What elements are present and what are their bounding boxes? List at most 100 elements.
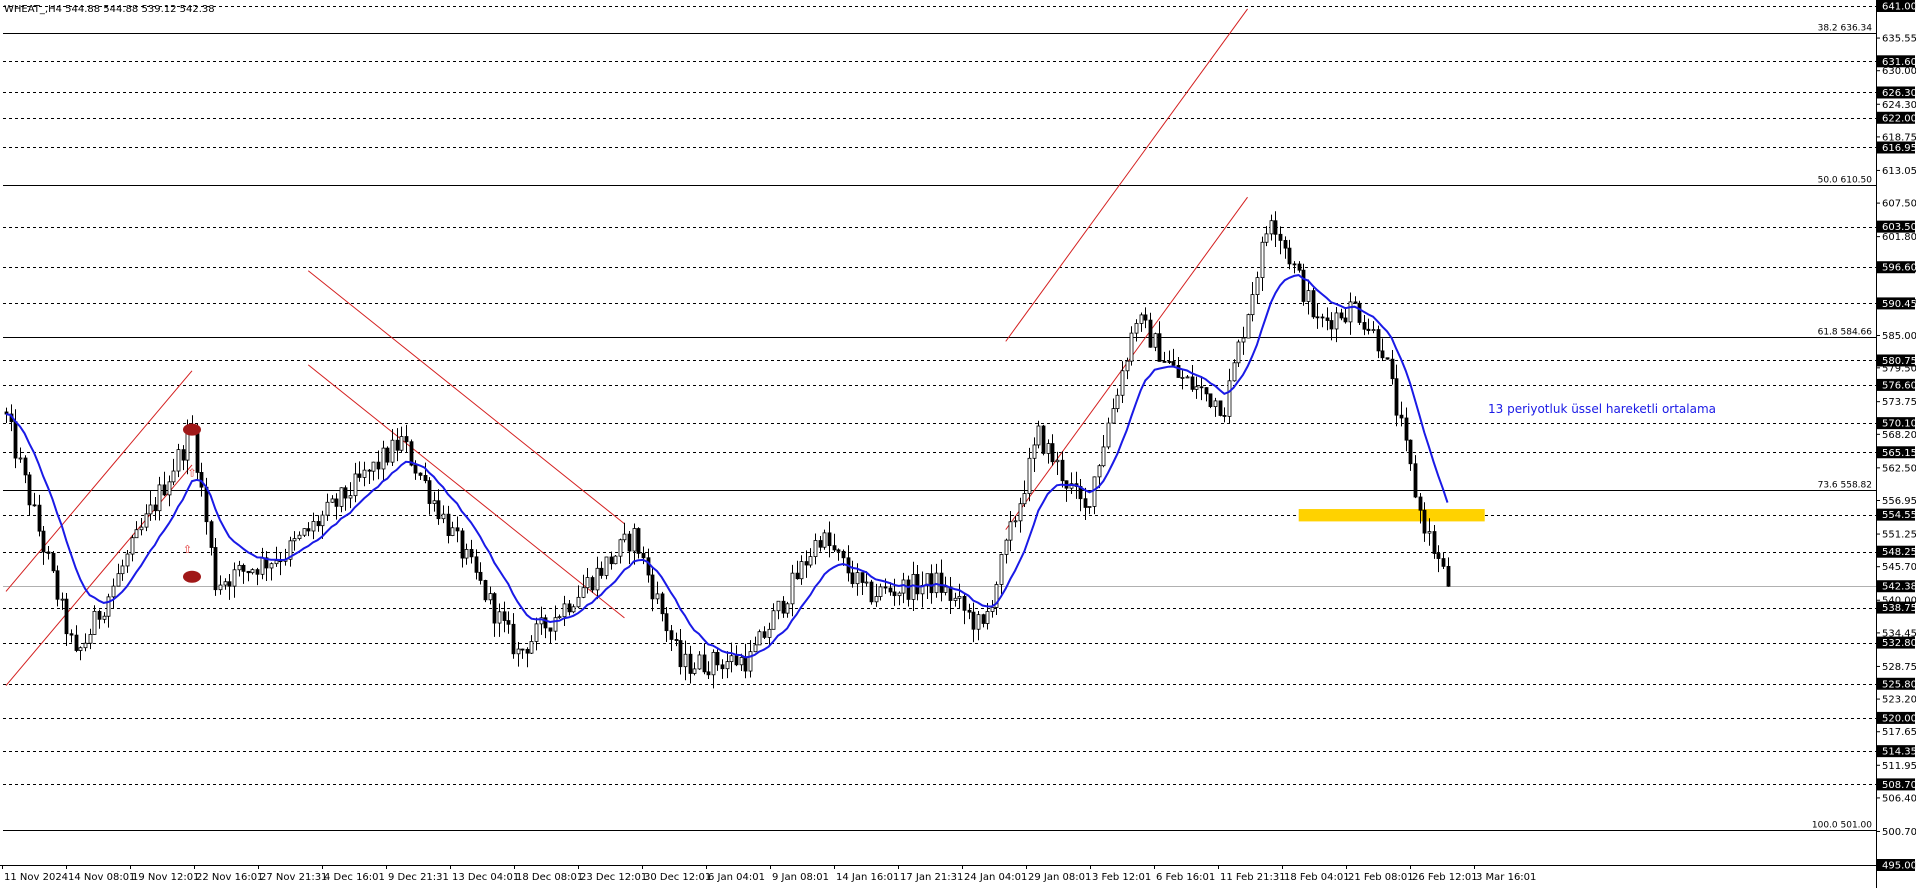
candle-body	[399, 436, 404, 451]
candle-body	[269, 563, 274, 569]
candle	[1301, 263, 1306, 306]
candle-body	[1018, 503, 1023, 522]
candle-body	[64, 598, 69, 635]
candle-body	[464, 548, 469, 559]
candle-body	[1366, 328, 1371, 332]
candle	[1208, 393, 1213, 409]
candle-body	[1353, 301, 1358, 304]
candle-body	[297, 534, 302, 540]
time-tick-label: 6 Feb 16:01	[1156, 872, 1215, 883]
candle-body	[237, 564, 242, 571]
candle-body	[120, 565, 125, 575]
highlight-zone-layer	[1298, 509, 1485, 522]
candle-body	[999, 554, 1004, 585]
price-tag-label: 554.55	[1882, 510, 1916, 521]
price-tick-label: 517.65	[1882, 727, 1916, 738]
price-tag: 626.30	[1877, 86, 1916, 99]
candle-body	[1446, 565, 1451, 587]
candle-body	[609, 556, 614, 565]
candle-body	[688, 653, 693, 674]
candle-body	[622, 533, 627, 541]
candle-body	[450, 527, 455, 536]
candle	[1218, 400, 1223, 417]
time-tick-label: 3 Mar 16:01	[1476, 872, 1536, 883]
candle-body	[1171, 361, 1176, 366]
candle	[1236, 339, 1241, 368]
fib-label: 50.0 610.50	[1818, 176, 1873, 186]
candle-body	[1427, 531, 1432, 534]
candle-body	[1083, 498, 1088, 508]
candle-body	[381, 447, 386, 470]
candle-body	[888, 587, 893, 593]
candle-body	[1087, 506, 1092, 508]
time-tick-label: 26 Feb 12:01	[1412, 872, 1478, 883]
candle-body	[1055, 459, 1060, 463]
candle-body	[1032, 444, 1037, 459]
price-tag: 641.00	[1877, 0, 1916, 13]
candle-body	[246, 570, 251, 574]
price-tag-label: 495.00	[1882, 861, 1916, 872]
candle-body	[395, 439, 400, 451]
candle-body	[878, 586, 883, 597]
price-tag-label: 570.10	[1882, 419, 1916, 430]
time-tick-label: 13 Dec 04:01	[452, 872, 519, 883]
price-tick-label: 624.30	[1882, 100, 1916, 111]
candle-body	[683, 653, 688, 668]
candle-body	[1106, 422, 1111, 448]
candle-body	[590, 577, 595, 591]
candle-body	[223, 581, 228, 586]
candle-body	[306, 528, 311, 532]
price-tick-label: 556.95	[1882, 496, 1916, 507]
price-tag-label: 576.60	[1882, 380, 1916, 391]
candle	[51, 550, 56, 574]
candle-body	[162, 484, 167, 496]
candle-body	[1213, 400, 1218, 408]
candle-body	[1320, 316, 1325, 319]
candle-body	[1092, 476, 1097, 507]
candle-body	[1157, 333, 1162, 362]
candle-body	[418, 472, 423, 476]
candle-body	[27, 474, 32, 506]
candle	[483, 579, 488, 603]
candle-body	[781, 600, 786, 614]
candle-body	[1218, 400, 1223, 416]
candle-body	[799, 561, 804, 580]
candle-body	[1306, 290, 1311, 302]
candle-body	[1297, 263, 1302, 271]
candle-body	[1283, 240, 1288, 249]
candle-body	[827, 532, 832, 547]
candle-body	[362, 469, 367, 478]
candle-body	[1004, 539, 1009, 555]
candle-body	[762, 631, 767, 638]
price-tick-label: 568.20	[1882, 430, 1916, 441]
arrow-marker: ⇧	[183, 543, 192, 556]
candle-body	[1148, 319, 1153, 348]
price-tick-label: 511.95	[1882, 761, 1916, 772]
candle-body	[525, 648, 530, 654]
candle-body	[413, 464, 418, 474]
candle-body	[883, 586, 888, 589]
candle-body	[111, 585, 116, 598]
price-chart: 38.2 636.34 50.0 610.50 61.8 584.66 73.6 55…	[0, 0, 1916, 888]
candle-body	[976, 614, 981, 630]
candle-body	[227, 581, 232, 587]
candle-body	[785, 603, 790, 614]
time-tick-label: 3 Feb 12:01	[1092, 872, 1151, 883]
candle-body	[144, 513, 149, 528]
candle-body	[1269, 220, 1274, 235]
candle-body	[153, 504, 158, 512]
candle-body	[971, 611, 976, 630]
candle-body	[795, 572, 800, 580]
symbol-info: WHEAT_,H4 544.88 544.88 539.12 542.38	[4, 4, 215, 15]
candle-body	[1236, 341, 1241, 364]
candle-body	[1153, 333, 1158, 348]
price-tag-label: 538.75	[1882, 603, 1916, 614]
candle-body	[957, 595, 962, 599]
candle-body	[734, 655, 739, 666]
candle-body	[557, 616, 562, 619]
candle-body	[1376, 329, 1381, 352]
candle-body	[1441, 558, 1446, 567]
candle-body	[148, 504, 153, 515]
candle-body	[1129, 332, 1134, 362]
candle-body	[18, 457, 23, 460]
